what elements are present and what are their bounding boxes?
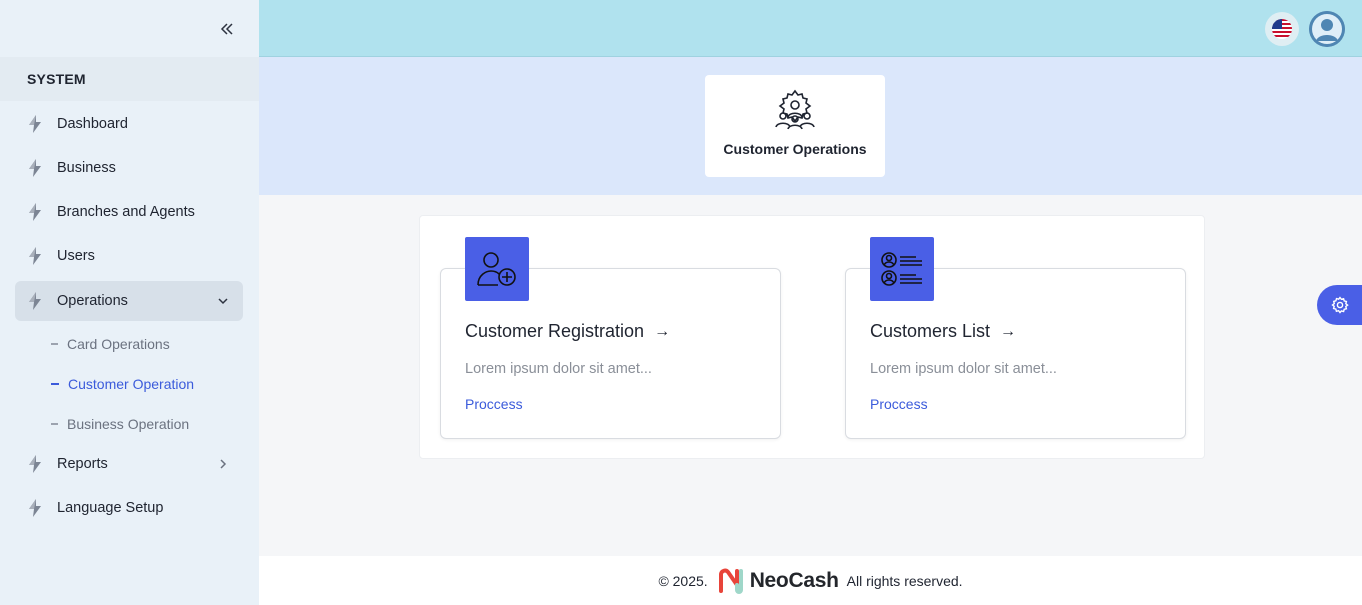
dash-marker (51, 383, 59, 385)
sidebar-item-operations[interactable]: Operations (15, 281, 243, 321)
sidebar-item-dashboard[interactable]: Dashboard (15, 104, 243, 144)
bolt-icon (27, 158, 45, 178)
bolt-icon (27, 246, 45, 266)
top-bar (259, 0, 1362, 57)
double-chevron-left-icon (220, 23, 233, 35)
arrow-right-icon: → (654, 322, 671, 340)
add-user-icon (477, 252, 516, 286)
sidebar-item-language-setup[interactable]: Language Setup (15, 488, 243, 528)
process-link[interactable]: Proccess (870, 396, 928, 412)
gear-icon (1331, 296, 1349, 314)
user-avatar[interactable] (1309, 11, 1345, 47)
bolt-icon (27, 114, 45, 134)
card-title-text: Customer Registration (465, 321, 645, 341)
operations-panel: Customer Registration → Lorem ipsum dolo… (419, 215, 1205, 459)
sidebar: SYSTEM Dashboard Business Branches and A… (0, 0, 259, 605)
customer-registration-card[interactable]: Customer Registration → Lorem ipsum dolo… (440, 237, 781, 439)
sidebar-item-label: Reports (57, 456, 108, 472)
team-gear-icon (775, 89, 815, 130)
sidebar-subitem-label: Business Operation (67, 416, 190, 432)
bolt-icon (27, 498, 45, 518)
bolt-icon (27, 454, 45, 474)
sidebar-subitem-label: Customer Operation (68, 376, 195, 392)
card-description: Lorem ipsum dolor sit amet... (870, 361, 1057, 377)
card-title: Customer Registration → (465, 321, 670, 342)
bolt-icon (27, 202, 45, 222)
dash-marker (51, 343, 58, 345)
add-user-icon-box (465, 237, 529, 301)
arrow-right-icon: → (1000, 322, 1017, 340)
sidebar-item-label: Dashboard (57, 116, 128, 132)
user-list-icon (881, 252, 922, 286)
sidebar-subitem-business-operation[interactable]: Business Operation (51, 412, 189, 436)
sidebar-item-users[interactable]: Users (15, 236, 243, 276)
sidebar-item-label: Business (57, 160, 116, 176)
neocash-logo-icon (718, 568, 743, 594)
copyright-text: © 2025. (658, 572, 708, 589)
customer-operations-label: Customer Operations (723, 141, 867, 157)
chevron-down-icon (218, 298, 228, 305)
sidebar-item-label: Operations (57, 293, 128, 309)
customers-list-card[interactable]: Customers List → Lorem ipsum dolor sit a… (845, 237, 1186, 439)
brand-logo: NeoCash (718, 568, 839, 594)
rights-text: All rights reserved. (846, 572, 963, 589)
sidebar-item-reports[interactable]: Reports (15, 444, 243, 484)
chevron-right-icon (220, 459, 227, 469)
process-link[interactable]: Proccess (465, 396, 523, 412)
sidebar-subitem-customer-operation[interactable]: Customer Operation (51, 372, 194, 396)
card-description: Lorem ipsum dolor sit amet... (465, 361, 652, 377)
footer: © 2025. NeoCash All rights reserved. (259, 556, 1362, 605)
settings-button[interactable] (1317, 285, 1362, 325)
sidebar-item-branches-and-agents[interactable]: Branches and Agents (15, 192, 243, 232)
card-title: Customers List → (870, 321, 1016, 342)
sidebar-item-label: Users (57, 248, 95, 264)
sidebar-item-label: Branches and Agents (57, 204, 195, 220)
us-flag-icon (1272, 19, 1292, 39)
sidebar-item-business[interactable]: Business (15, 148, 243, 188)
sidebar-item-label: Language Setup (57, 500, 164, 516)
collapse-sidebar-button[interactable] (216, 18, 238, 40)
card-title-text: Customers List (870, 321, 991, 341)
brand-name: NeoCash (749, 568, 839, 592)
dash-marker (51, 423, 58, 425)
language-selector[interactable] (1265, 12, 1299, 46)
user-list-icon-box (870, 237, 934, 301)
sidebar-subitem-card-operations[interactable]: Card Operations (51, 332, 170, 356)
operations-band: Customer Operations (259, 57, 1362, 195)
sidebar-section-title: SYSTEM (0, 57, 259, 101)
user-avatar-icon (1309, 11, 1345, 47)
customer-operations-card[interactable]: Customer Operations (705, 75, 885, 177)
sidebar-subitem-label: Card Operations (67, 336, 170, 352)
bolt-icon (27, 291, 45, 311)
